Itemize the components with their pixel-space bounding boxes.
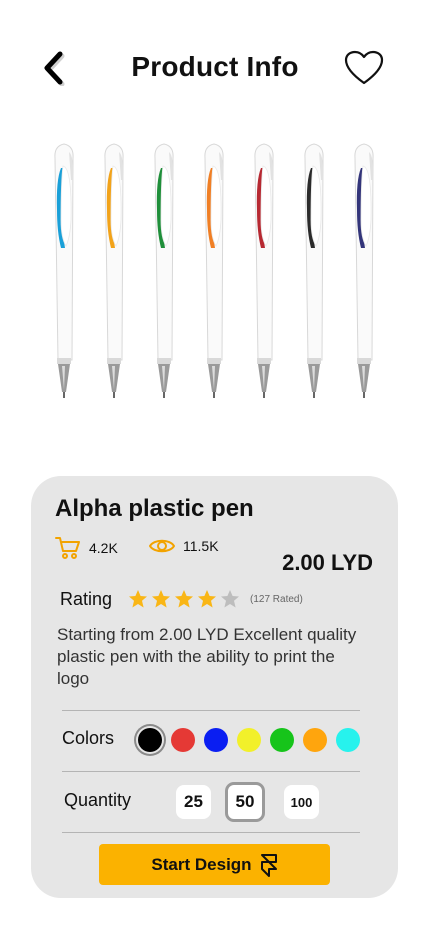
- cart-count: 4.2K: [89, 540, 118, 556]
- rating-stars: [128, 589, 240, 609]
- colors-label: Colors: [62, 728, 115, 748]
- color-swatch[interactable]: [138, 728, 162, 752]
- color-swatch[interactable]: [270, 728, 294, 752]
- star-empty-icon: [221, 590, 239, 608]
- quantity-option-50[interactable]: 50: [225, 782, 265, 822]
- header: Product Info: [0, 40, 430, 96]
- pen: [154, 143, 174, 398]
- color-swatch[interactable]: [237, 728, 261, 752]
- color-swatch[interactable]: [303, 728, 327, 752]
- quantity-row: Quantity 25 50 100: [64, 782, 364, 822]
- start-design-button[interactable]: Start Design: [99, 844, 330, 885]
- framer-icon: [260, 853, 277, 877]
- heart-outline-icon: [344, 50, 384, 85]
- quantity-option-100[interactable]: 100: [284, 785, 319, 819]
- product-name: Alpha plastic pen: [55, 495, 254, 522]
- cart-icon: [55, 537, 80, 559]
- color-swatch[interactable]: [171, 728, 195, 752]
- product-description: Starting from 2.00 LYD Excellent quality…: [57, 625, 357, 688]
- pen: [204, 143, 224, 398]
- eye-icon: [149, 539, 175, 553]
- product-image: [36, 140, 396, 410]
- pen: [354, 143, 374, 398]
- rating-label: Rating: [60, 588, 113, 609]
- rated-count: (127 Rated): [250, 593, 303, 605]
- quantity-label: Quantity: [64, 790, 132, 810]
- favorite-button[interactable]: [342, 48, 386, 88]
- colors-row: Colors: [62, 726, 362, 756]
- color-swatch[interactable]: [336, 728, 360, 752]
- divider: [62, 710, 360, 711]
- pen: [254, 143, 274, 398]
- pen: [104, 143, 124, 398]
- pen: [54, 143, 74, 398]
- quantity-option-25[interactable]: 25: [176, 785, 211, 819]
- cart-count-stat: 4.2K: [55, 536, 118, 560]
- star-filled-icon: [152, 590, 170, 608]
- views-count-stat: 11.5K: [149, 536, 219, 556]
- pen: [304, 143, 324, 398]
- divider: [62, 771, 360, 772]
- star-filled-icon: [175, 590, 193, 608]
- star-filled-icon: [129, 590, 147, 608]
- start-design-label: Start Design: [151, 854, 252, 874]
- product-pens-illustration: [54, 143, 374, 398]
- color-swatches: [138, 728, 360, 752]
- product-info-card: Alpha plastic pen 4.2K 11.5K 2.00 LYD Ra…: [31, 476, 398, 898]
- color-swatch[interactable]: [204, 728, 228, 752]
- divider: [62, 832, 360, 833]
- rating-row: Rating (127 Rated): [60, 586, 303, 612]
- star-filled-icon: [198, 590, 216, 608]
- product-price: 2.00 LYD: [282, 550, 373, 575]
- views-count: 11.5K: [183, 538, 219, 554]
